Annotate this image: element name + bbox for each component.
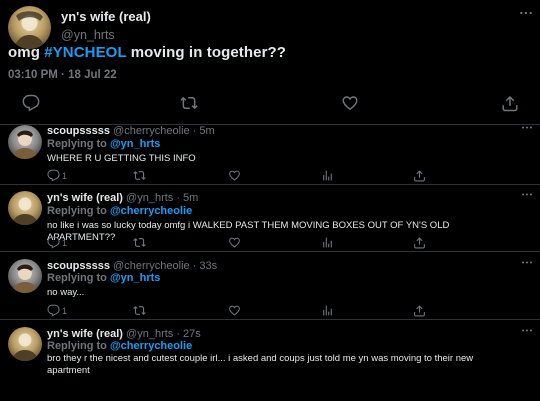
replying-label: Replying to (47, 205, 110, 217)
replying-label: Replying to (47, 138, 110, 150)
reply-tweet[interactable]: scoupsssss @cherrycheolie · 33s Replying… (0, 252, 540, 320)
retweet-icon[interactable] (133, 236, 147, 250)
replying-to: Replying to @cherrycheolie (47, 205, 192, 217)
display-name[interactable]: yn's wife (real) (61, 9, 151, 24)
more-icon[interactable] (521, 125, 533, 133)
tweet-text: omg #YNCHEOL moving in together?? (8, 44, 286, 61)
reply-count: 1 (62, 306, 68, 316)
retweet-icon[interactable] (180, 94, 198, 112)
tweet-text-prefix: omg (8, 44, 45, 61)
main-tweet[interactable]: yn's wife (real) @yn_hrts omg #YNCHEOL m… (0, 0, 540, 125)
share-icon[interactable] (501, 94, 519, 112)
mention-link[interactable]: @cherrycheolie (110, 340, 192, 352)
mention-link[interactable]: @yn_hrts (110, 272, 160, 284)
reply-header: scoupsssss @cherrycheolie · 33s (47, 260, 217, 272)
display-name[interactable]: yn's wife (real) (47, 192, 123, 204)
share-icon[interactable] (413, 304, 427, 318)
display-name[interactable]: scoupsssss (47, 260, 110, 272)
replying-to: Replying to @yn_hrts (47, 138, 160, 150)
tweet-text-suffix: moving in together?? (126, 44, 287, 61)
reply-count: 1 (62, 171, 68, 181)
views-icon[interactable] (321, 304, 335, 318)
share-icon[interactable] (413, 169, 427, 183)
reply-tweet[interactable]: yn's wife (real) @yn_hrts · 27s Replying… (0, 320, 540, 401)
share-icon[interactable] (413, 236, 427, 250)
replying-label: Replying to (47, 272, 110, 284)
reply-text: WHERE R U GETTING THIS INFO (47, 153, 196, 164)
more-icon[interactable] (521, 260, 533, 268)
handle-time[interactable]: @yn_hrts · 27s (126, 328, 201, 340)
reply-count: 1 (62, 238, 68, 248)
reply-text: no way... (47, 287, 85, 298)
retweet-icon[interactable] (133, 304, 147, 318)
replying-to: Replying to @yn_hrts (47, 272, 160, 284)
avatar[interactable] (8, 6, 51, 49)
mention-link[interactable]: @cherrycheolie (110, 205, 192, 217)
views-icon[interactable] (321, 169, 335, 183)
avatar[interactable] (8, 327, 42, 361)
more-icon[interactable] (521, 328, 533, 336)
reply-tweet[interactable]: yn's wife (real) @yn_hrts · 5m Replying … (0, 185, 540, 252)
retweet-icon[interactable] (133, 169, 147, 183)
handle[interactable]: @yn_hrts (61, 28, 115, 42)
reply-text: bro they r the nicest and cutest couple … (47, 353, 474, 376)
reply-icon[interactable] (47, 236, 61, 250)
handle-time[interactable]: @cherrycheolie · 5m (113, 125, 215, 137)
reply-header: scoupsssss @cherrycheolie · 5m (47, 125, 215, 137)
views-icon[interactable] (321, 236, 335, 250)
more-icon[interactable] (519, 10, 533, 20)
tweet-actions (0, 94, 540, 112)
reply-header: yn's wife (real) @yn_hrts · 27s (47, 328, 201, 340)
heart-icon[interactable] (228, 169, 242, 183)
mention-link[interactable]: @yn_hrts (110, 138, 160, 150)
handle-time[interactable]: @cherrycheolie · 33s (113, 260, 217, 272)
avatar[interactable] (8, 259, 42, 293)
heart-icon[interactable] (228, 304, 242, 318)
display-name[interactable]: scoupsssss (47, 125, 110, 137)
heart-icon[interactable] (228, 236, 242, 250)
replying-label: Replying to (47, 340, 110, 352)
handle-time[interactable]: @yn_hrts · 5m (126, 192, 198, 204)
reply-text: no like i was so lucky today omfg i WALK… (47, 220, 450, 243)
reply-header: yn's wife (real) @yn_hrts · 5m (47, 192, 198, 204)
timestamp[interactable]: 03:10 PM · 18 Jul 22 (8, 69, 117, 81)
hashtag-link[interactable]: #YNCHEOL (44, 44, 126, 61)
display-name[interactable]: yn's wife (real) (47, 328, 123, 340)
avatar[interactable] (8, 125, 42, 159)
replying-to: Replying to @cherrycheolie (47, 340, 192, 352)
reply-tweet[interactable]: scoupsssss @cherrycheolie · 5m Replying … (0, 117, 540, 185)
more-icon[interactable] (521, 192, 533, 200)
heart-icon[interactable] (341, 94, 359, 112)
reply-icon[interactable] (22, 94, 40, 112)
avatar[interactable] (8, 191, 42, 225)
reply-icon[interactable] (47, 304, 61, 318)
reply-icon[interactable] (47, 169, 61, 183)
